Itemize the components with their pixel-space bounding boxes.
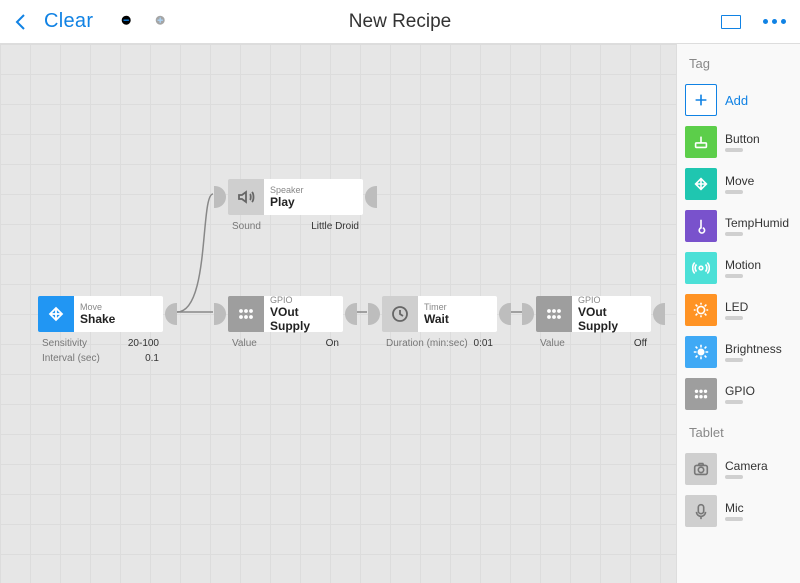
param-value: 20-100 [128,338,159,349]
node-category: Move [80,302,157,312]
node-category: GPIO [270,295,337,305]
sidebar-label: GPIO [725,384,755,398]
gpio-icon [228,296,264,332]
sidebar-add-tag[interactable]: Add [685,79,800,121]
handle-icon [725,232,743,236]
node-timer-wait[interactable]: Timer Wait Duration (min:sec) 0:01 [382,296,497,351]
sidebar-label: LED [725,300,748,314]
handle-icon [725,316,743,320]
sidebar-item-motion[interactable]: Motion [685,247,800,289]
handle-icon [725,148,743,152]
more-icon [763,19,786,24]
sidebar-label: Mic [725,501,744,515]
sidebar-item-brightness[interactable]: Brightness [685,331,800,373]
param-value: On [326,338,339,349]
zoom-out-button[interactable] [111,0,145,43]
param-key: Value [540,338,565,349]
chevron-left-icon [14,12,28,32]
node-category: Timer [424,302,491,312]
param-key: Value [232,338,257,349]
brightness-icon [685,336,717,368]
param-value: 0.1 [145,353,159,364]
toolbar: Clear New Recipe [0,0,800,44]
sidebar-item-camera[interactable]: Camera [685,448,800,490]
sidebar-label: TempHumid [725,216,789,230]
sidebar-label: Button [725,132,760,146]
param-key: Sensitivity [42,338,87,349]
zoom-out-icon [119,13,137,31]
clear-button[interactable]: Clear [36,0,101,43]
sidebar-label: Add [725,93,748,108]
rectangle-icon [721,15,741,29]
zoom-in-icon [153,13,171,31]
back-button[interactable] [6,0,36,43]
node-category: Speaker [270,185,357,195]
section-tablet: Tablet [685,421,800,448]
node-title: Wait [424,312,491,326]
plus-icon [685,84,717,116]
temphumid-icon [685,210,717,242]
handle-icon [725,358,743,362]
led-icon [685,294,717,326]
gpio-icon [536,296,572,332]
sidebar-item-gpio[interactable]: GPIO [685,373,800,415]
sidebar-item-led[interactable]: LED [685,289,800,331]
sidebar-item-mic[interactable]: Mic [685,490,800,532]
node-category: GPIO [578,295,645,305]
gpio-icon [685,378,717,410]
node-move-shake[interactable]: Move Shake Sensitivity 20-100 Interval (s… [38,296,163,366]
param-key: Interval (sec) [42,353,100,364]
param-value: 0:01 [474,338,493,349]
sidebar-label: Move [725,174,754,188]
sidebar-label: Brightness [725,342,782,356]
sidebar-item-temphumid[interactable]: TempHumid [685,205,800,247]
handle-icon [725,274,743,278]
param-key: Duration (min:sec) [386,338,468,349]
sidebar-item-button[interactable]: Button [685,121,800,163]
tag-sidebar[interactable]: Tag Add Button Move TempHumid Motion [676,44,800,583]
node-title: Shake [80,312,157,326]
recipe-canvas[interactable]: Speaker Play Sound Little Droid Move Shak… [0,44,676,583]
move-icon [38,296,74,332]
param-key: Sound [232,221,261,232]
node-title: VOut Supply [270,305,337,333]
node-title: Play [270,195,357,209]
button-icon [685,126,717,158]
handle-icon [725,475,743,479]
handle-icon [725,400,743,404]
fullscreen-button[interactable] [713,0,749,43]
handle-icon [725,517,743,521]
node-title: VOut Supply [578,305,645,333]
clock-icon [382,296,418,332]
node-speaker-play[interactable]: Speaker Play Sound Little Droid [228,179,363,234]
move-icon [685,168,717,200]
param-value: Off [634,338,647,349]
motion-icon [685,252,717,284]
camera-icon [685,453,717,485]
sidebar-label: Camera [725,459,768,473]
section-tag: Tag [685,52,800,79]
zoom-in-button[interactable] [145,0,179,43]
sidebar-label: Motion [725,258,761,272]
handle-icon [725,190,743,194]
param-value: Little Droid [311,221,359,232]
speaker-icon [228,179,264,215]
node-gpio-vout-on[interactable]: GPIO VOut Supply Value On [228,296,343,351]
mic-icon [685,495,717,527]
sidebar-item-move[interactable]: Move [685,163,800,205]
more-button[interactable] [755,0,794,43]
node-gpio-vout-off[interactable]: GPIO VOut Supply Value Off [536,296,651,351]
